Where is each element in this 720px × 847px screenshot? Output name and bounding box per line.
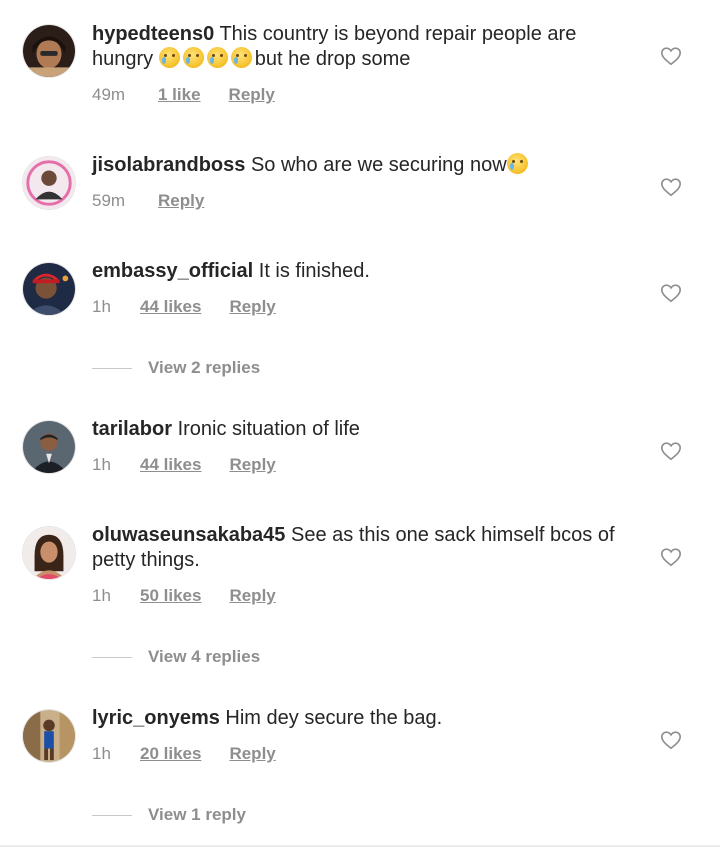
likes-count[interactable]: 1 like	[158, 84, 201, 106]
comment-username[interactable]: lyric_onyems	[92, 707, 220, 729]
comment-time: 1h	[92, 744, 111, 763]
comment-username[interactable]: embassy_official	[92, 260, 253, 282]
comment-username[interactable]: hypedteens0	[92, 23, 214, 45]
comment-meta: 1h 44 likes Reply	[92, 296, 276, 318]
crying-face-emoji	[206, 47, 228, 68]
avatar-image	[23, 421, 75, 473]
comment-text: tarilabor Ironic situation of life	[92, 417, 640, 442]
likes-count[interactable]: 44 likes	[140, 454, 201, 476]
comment-time: 49m	[92, 85, 126, 104]
heart-icon[interactable]	[660, 176, 682, 198]
comment-text: oluwaseunsakaba45 See as this one sack h…	[92, 523, 640, 573]
comment-text: embassy_official It is finished.	[92, 259, 640, 284]
comment-body: Him dey secure the bag.	[225, 707, 443, 729]
likes-count[interactable]: 50 likes	[140, 585, 201, 607]
avatar-image	[23, 527, 75, 579]
heart-icon[interactable]	[660, 546, 682, 568]
replies-divider	[92, 368, 132, 370]
reply-button[interactable]: Reply	[229, 84, 275, 106]
comment-meta: 1h 44 likes Reply	[92, 454, 276, 476]
view-replies-label: View 4 replies	[148, 647, 261, 666]
replies-divider	[92, 657, 132, 659]
heart-icon[interactable]	[660, 729, 682, 751]
crying-face-emoji	[158, 47, 180, 68]
heart-icon[interactable]	[660, 45, 682, 67]
comment-time: 1h	[92, 455, 111, 474]
likes-count[interactable]: 20 likes	[140, 743, 201, 765]
comment-body-continued: but he drop some	[254, 48, 411, 70]
avatar[interactable]	[22, 709, 76, 763]
likes-count[interactable]: 44 likes	[140, 296, 201, 318]
reply-button[interactable]: Reply	[229, 454, 275, 476]
reply-button[interactable]: Reply	[229, 585, 275, 607]
comment-meta: 49m 1 like Reply	[92, 84, 275, 106]
comment-time: 59m	[92, 191, 126, 210]
view-replies-label: View 2 replies	[148, 358, 261, 377]
crying-face-emoji	[230, 47, 252, 68]
avatar-image	[23, 157, 75, 209]
comment-text: lyric_onyems Him dey secure the bag.	[92, 706, 640, 731]
reply-button[interactable]: Reply	[229, 743, 275, 765]
view-replies-button[interactable]: View 2 replies	[92, 357, 260, 379]
replies-divider	[92, 815, 132, 817]
reply-button[interactable]: Reply	[158, 190, 204, 212]
heart-icon[interactable]	[660, 440, 682, 462]
reply-button[interactable]: Reply	[229, 296, 275, 318]
comment-time: 1h	[92, 586, 111, 605]
comment-text: jisolabrandboss So who are we securing n…	[92, 153, 640, 178]
avatar[interactable]	[22, 420, 76, 474]
avatar[interactable]	[22, 156, 76, 210]
crying-face-emoji	[506, 153, 528, 174]
comment-meta: 59m Reply	[92, 190, 204, 212]
comment-meta: 1h 20 likes Reply	[92, 743, 276, 765]
comment-body: So who are we securing now	[250, 154, 507, 176]
comment-username[interactable]: jisolabrandboss	[92, 154, 245, 176]
comment-username[interactable]: oluwaseunsakaba45	[92, 524, 285, 546]
view-replies-label: View 1 reply	[148, 805, 246, 824]
avatar[interactable]	[22, 262, 76, 316]
comment-meta: 1h 50 likes Reply	[92, 585, 276, 607]
avatar-image	[23, 25, 75, 77]
avatar-image	[23, 263, 75, 315]
crying-face-emoji	[182, 47, 204, 68]
avatar[interactable]	[22, 24, 76, 78]
heart-icon[interactable]	[660, 282, 682, 304]
comment-text: hypedteens0 This country is beyond repai…	[92, 22, 640, 72]
avatar-image	[23, 710, 75, 762]
comment-body: Ironic situation of life	[177, 418, 360, 440]
avatar[interactable]	[22, 526, 76, 580]
comment-body: It is finished.	[258, 260, 370, 282]
comment-username[interactable]: tarilabor	[92, 418, 172, 440]
view-replies-button[interactable]: View 4 replies	[92, 646, 260, 668]
view-replies-button[interactable]: View 1 reply	[92, 804, 246, 826]
comment-time: 1h	[92, 297, 111, 316]
